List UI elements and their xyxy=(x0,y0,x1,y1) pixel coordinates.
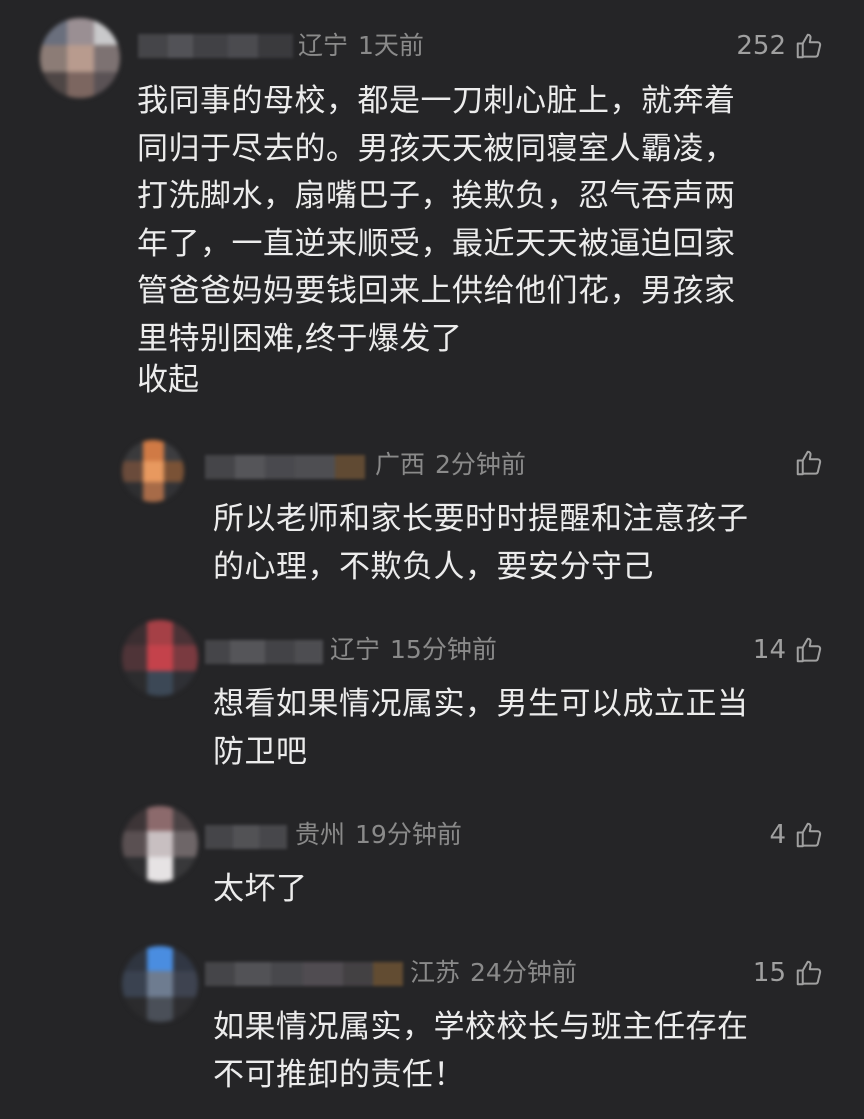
username-blurred[interactable] xyxy=(138,34,293,58)
comment-text: 如果情况属实，学校校长与班主任存在 不可推卸的责任！ xyxy=(213,1009,749,1093)
location: 辽宁 xyxy=(298,31,349,60)
comment-meta: 贵州 19分钟前 xyxy=(295,820,462,850)
collapse-link[interactable]: 收起 xyxy=(137,360,199,400)
comment-text: 想看如果情况属实，男生可以成立正当 防卫吧 xyxy=(213,686,749,770)
like-button[interactable]: 15 xyxy=(753,958,824,988)
like-count: 252 xyxy=(736,31,786,61)
location: 江苏 xyxy=(410,958,461,987)
thumbs-up-icon xyxy=(796,450,822,476)
location: 贵州 xyxy=(295,820,346,849)
username-blurred[interactable] xyxy=(205,962,403,986)
like-count: 4 xyxy=(769,820,786,850)
comment-text: 我同事的母校，都是一刀刺心脏上，就奔着 同归于尽去的。男孩天天被同寝室人霸凌， … xyxy=(137,83,736,357)
location: 辽宁 xyxy=(330,635,381,664)
timestamp: 2分钟前 xyxy=(435,450,526,479)
like-button[interactable]: 252 xyxy=(736,31,824,61)
thumbs-up-icon xyxy=(796,822,822,848)
thumbs-up-icon xyxy=(796,33,822,59)
like-button[interactable] xyxy=(786,448,824,478)
timestamp: 1天前 xyxy=(358,31,424,60)
location: 广西 xyxy=(375,450,426,479)
comment-text: 太坏了 xyxy=(213,871,308,907)
avatar[interactable] xyxy=(40,18,120,98)
username-blurred[interactable] xyxy=(205,455,365,479)
username-blurred[interactable] xyxy=(205,825,287,849)
avatar[interactable] xyxy=(122,946,198,1022)
comment-meta: 辽宁 1天前 xyxy=(298,31,424,61)
like-button[interactable]: 4 xyxy=(769,820,824,850)
timestamp: 19分钟前 xyxy=(355,820,462,849)
thumbs-up-icon xyxy=(796,960,822,986)
avatar[interactable] xyxy=(122,440,184,502)
avatar[interactable] xyxy=(122,620,198,696)
comment-meta: 广西 2分钟前 xyxy=(375,450,526,480)
comment-list: 辽宁 1天前 252 我同事的母校，都是一刀刺心脏上，就奔着 同归于尽去的。男孩天… xyxy=(0,0,864,1119)
like-button[interactable]: 14 xyxy=(753,635,824,665)
comment-meta: 江苏 24分钟前 xyxy=(410,958,577,988)
comment-text: 所以老师和家长要时时提醒和注意孩子 的心理，不欺负人，要安分守己 xyxy=(213,501,749,585)
timestamp: 24分钟前 xyxy=(470,958,577,987)
like-count: 14 xyxy=(752,635,786,665)
like-count: 15 xyxy=(752,958,786,988)
username-blurred[interactable] xyxy=(205,640,323,664)
timestamp: 15分钟前 xyxy=(390,635,497,664)
avatar[interactable] xyxy=(122,806,198,882)
comment-meta: 辽宁 15分钟前 xyxy=(330,635,497,665)
thumbs-up-icon xyxy=(796,637,822,663)
